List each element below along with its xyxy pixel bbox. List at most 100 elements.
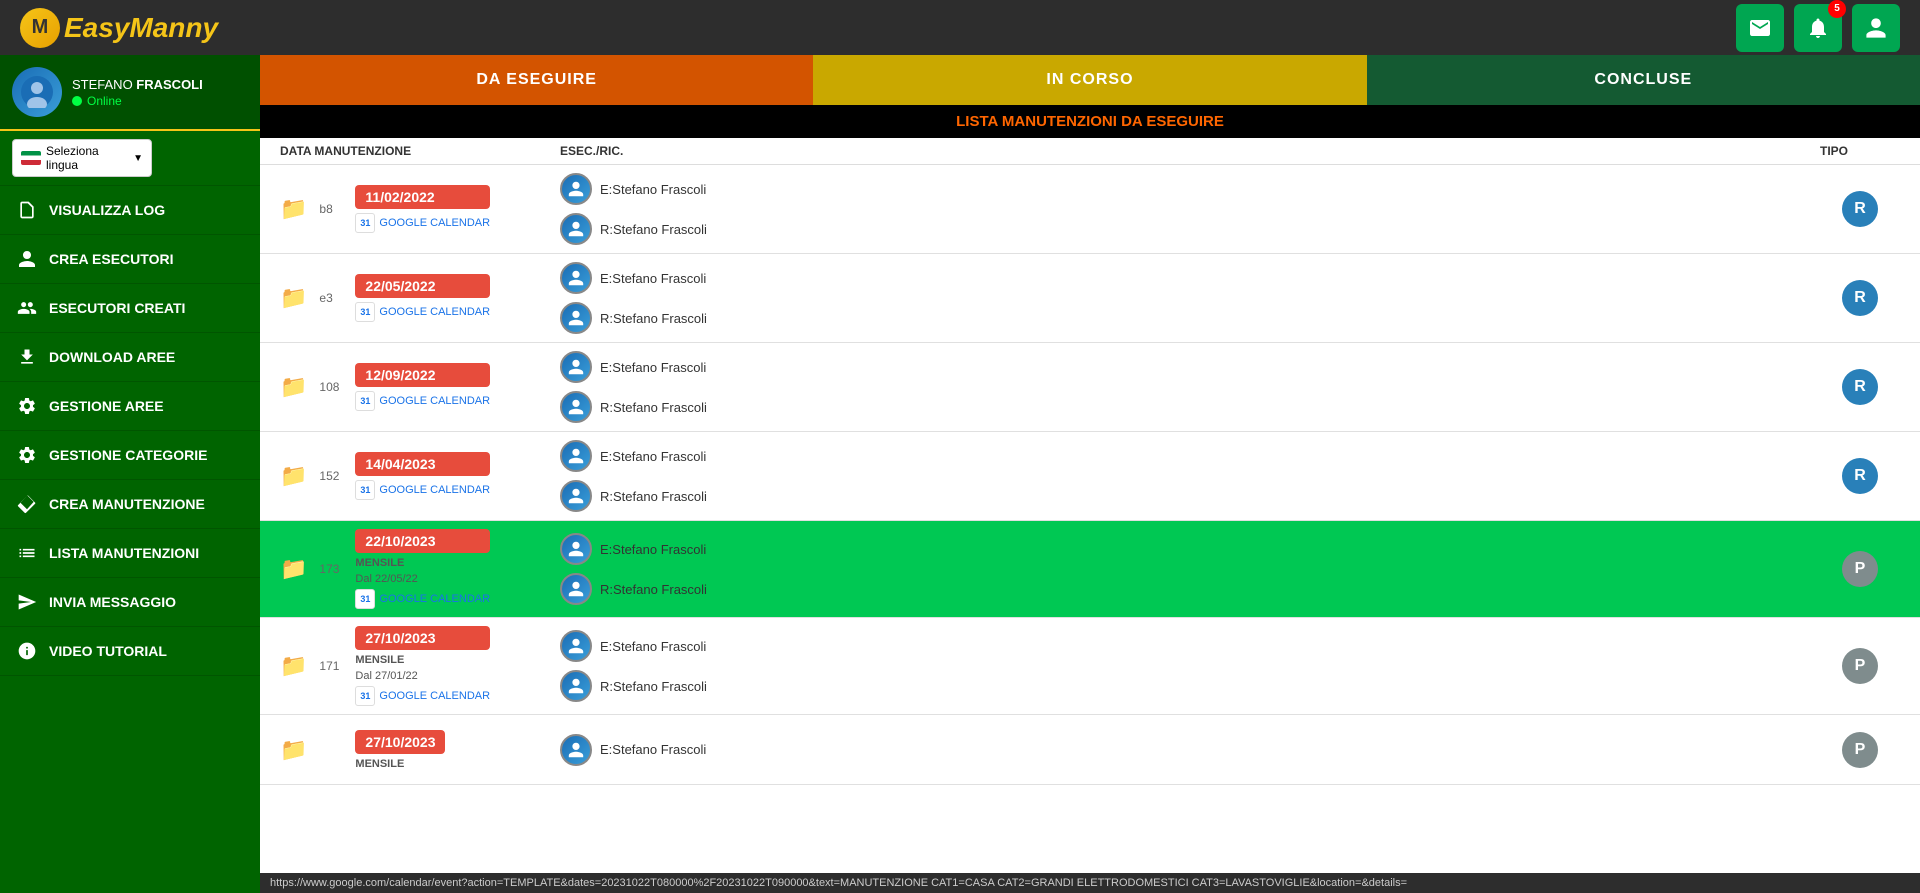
tab-in-corso[interactable]: IN CORSO — [813, 55, 1366, 105]
exec-e-entry: E:Stefano Frascoli — [560, 440, 1820, 472]
tab-concluse-label: CONCLUSE — [1594, 71, 1692, 89]
sidebar-item-esecutori-creati[interactable]: ESECUTORI CREATI — [0, 284, 260, 333]
date-col: 📁 152 14/04/2023 31 GOOGLE CALENDAR — [280, 452, 560, 500]
user-name: STEFANO FRASCOLI — [72, 77, 248, 92]
exec-r-name: R:Stefano Frascoli — [600, 679, 707, 694]
logo-easy-text: Easy — [64, 12, 129, 43]
online-status: Online — [72, 94, 248, 108]
language-dropdown[interactable]: Seleziona lingua ▼ — [12, 139, 152, 177]
sidebar-item-video-tutorial[interactable]: VIDEO TUTORIAL — [0, 627, 260, 676]
exec-r-entry: R:Stefano Frascoli — [560, 480, 1820, 512]
sidebar-item-lista-manutenzioni[interactable]: LISTA MANUTENZIONI — [0, 529, 260, 578]
date-info: 22/05/2022 31 GOOGLE CALENDAR — [355, 274, 490, 322]
invia-messaggio-icon — [15, 590, 39, 614]
video-tutorial-icon — [15, 639, 39, 663]
exec-col: E:Stefano Frascoli R:Stefano Frascoli — [560, 173, 1820, 245]
exec-e-avatar — [560, 440, 592, 472]
exec-r-name: R:Stefano Frascoli — [600, 582, 707, 597]
user-panel: STEFANO FRASCOLI Online — [0, 55, 260, 131]
exec-e-entry: E:Stefano Frascoli — [560, 262, 1820, 294]
gcal-link[interactable]: 31 GOOGLE CALENDAR — [355, 302, 490, 322]
mensile-label: MENSILE — [355, 557, 490, 569]
online-label: Online — [87, 94, 122, 108]
exec-r-entry: R:Stefano Frascoli — [560, 670, 1820, 702]
exec-e-name: E:Stefano Frascoli — [600, 182, 706, 197]
gcal-link[interactable]: 31 GOOGLE CALENDAR — [355, 686, 490, 706]
exec-r-entry: R:Stefano Frascoli — [560, 213, 1820, 245]
date-info: 22/10/2023 MENSILE Dal 22/05/22 31 GOOGL… — [355, 529, 490, 609]
gcal-link[interactable]: 31 GOOGLE CALENDAR — [355, 480, 490, 500]
tipo-col: P — [1820, 551, 1900, 587]
table-row[interactable]: 📁 27/10/2023 MENSILE E:Stefano Frascoli — [260, 715, 1920, 785]
tabs-bar: DA ESEGUIRE IN CORSO CONCLUSE — [260, 55, 1920, 105]
sidebar-label-esecutori-creati: ESECUTORI CREATI — [49, 300, 185, 316]
gcal-label: GOOGLE CALENDAR — [379, 306, 490, 318]
avatar — [12, 67, 62, 117]
table-row[interactable]: 📁 b8 11/02/2022 31 GOOGLE CALENDAR — [260, 165, 1920, 254]
col-tipo: TIPO — [1820, 144, 1900, 158]
gcal-link[interactable]: 31 GOOGLE CALENDAR — [355, 589, 490, 609]
sidebar-item-visualizza-log[interactable]: VISUALIZZA LOG — [0, 186, 260, 235]
tab-da-eseguire[interactable]: DA ESEGUIRE — [260, 55, 813, 105]
gcal-label: GOOGLE CALENDAR — [379, 395, 490, 407]
exec-col: E:Stefano Frascoli — [560, 734, 1820, 766]
folder-icon: 📁 — [280, 196, 307, 222]
exec-col: E:Stefano Frascoli R:Stefano Frascoli — [560, 440, 1820, 512]
table-row[interactable]: 📁 e3 22/05/2022 31 GOOGLE CALENDAR — [260, 254, 1920, 343]
statusbar: https://www.google.com/calendar/event?ac… — [260, 873, 1920, 893]
exec-e-entry: E:Stefano Frascoli — [560, 351, 1820, 383]
dal-label: Dal 27/01/22 — [355, 670, 490, 682]
date-info: 12/09/2022 31 GOOGLE CALENDAR — [355, 363, 490, 411]
tipo-col: R — [1820, 458, 1900, 494]
mail-button[interactable] — [1736, 4, 1784, 52]
date-info: 14/04/2023 31 GOOGLE CALENDAR — [355, 452, 490, 500]
dal-label: Dal 22/05/22 — [355, 573, 490, 585]
exec-r-name: R:Stefano Frascoli — [600, 489, 707, 504]
sidebar-item-crea-manutenzione[interactable]: CREA MANUTENZIONE — [0, 480, 260, 529]
exec-r-avatar — [560, 213, 592, 245]
gcal-icon: 31 — [355, 391, 375, 411]
exec-e-avatar — [560, 351, 592, 383]
gcal-icon: 31 — [355, 302, 375, 322]
avatar-icon — [21, 76, 53, 108]
exec-e-name: E:Stefano Frascoli — [600, 639, 706, 654]
table-row[interactable]: 📁 152 14/04/2023 31 GOOGLE CALENDAR — [260, 432, 1920, 521]
table-row[interactable]: 📁 173 22/10/2023 MENSILE Dal 22/05/22 31… — [260, 521, 1920, 618]
tab-in-corso-label: IN CORSO — [1046, 71, 1133, 89]
exec-r-avatar — [560, 480, 592, 512]
folder-icon: 📁 — [280, 653, 307, 679]
sidebar-label-visualizza-log: VISUALIZZA LOG — [49, 202, 165, 218]
tab-concluse[interactable]: CONCLUSE — [1367, 55, 1920, 105]
mensile-label: MENSILE — [355, 654, 490, 666]
date-col: 📁 27/10/2023 MENSILE — [280, 730, 560, 770]
exec-r-avatar — [560, 391, 592, 423]
sidebar-item-invia-messaggio[interactable]: INVIA MESSAGGIO — [0, 578, 260, 627]
tipo-col: P — [1820, 648, 1900, 684]
row-num: e3 — [319, 291, 347, 305]
user-button[interactable] — [1852, 4, 1900, 52]
bell-button[interactable]: 5 — [1794, 4, 1842, 52]
sidebar-item-crea-esecutori[interactable]: CREA ESECUTORI — [0, 235, 260, 284]
table-row[interactable]: 📁 108 12/09/2022 31 GOOGLE CALENDAR — [260, 343, 1920, 432]
lista-manutenzioni-icon — [15, 541, 39, 565]
main-content: DA ESEGUIRE IN CORSO CONCLUSE LISTA MANU… — [260, 55, 1920, 893]
sidebar-item-gestione-aree[interactable]: GESTIONE AREE — [0, 382, 260, 431]
exec-e-name: E:Stefano Frascoli — [600, 360, 706, 375]
date-col: 📁 171 27/10/2023 MENSILE Dal 27/01/22 31… — [280, 626, 560, 706]
sidebar-item-gestione-categorie[interactable]: GESTIONE CATEGORIE — [0, 431, 260, 480]
exec-col: E:Stefano Frascoli R:Stefano Frascoli — [560, 351, 1820, 423]
gcal-label: GOOGLE CALENDAR — [379, 690, 490, 702]
folder-icon: 📁 — [280, 374, 307, 400]
folder-icon: 📁 — [280, 556, 307, 582]
gcal-icon: 31 — [355, 686, 375, 706]
main-layout: STEFANO FRASCOLI Online Seleziona lingua… — [0, 55, 1920, 893]
bell-badge: 5 — [1828, 0, 1846, 18]
table-row[interactable]: 📁 171 27/10/2023 MENSILE Dal 27/01/22 31… — [260, 618, 1920, 715]
gcal-link[interactable]: 31 GOOGLE CALENDAR — [355, 391, 490, 411]
exec-e-entry: E:Stefano Frascoli — [560, 630, 1820, 662]
folder-icon: 📁 — [280, 285, 307, 311]
logo-icon: M — [20, 8, 60, 48]
gcal-link[interactable]: 31 GOOGLE CALENDAR — [355, 213, 490, 233]
exec-r-name: R:Stefano Frascoli — [600, 311, 707, 326]
sidebar-item-download-aree[interactable]: DOWNLOAD AREE — [0, 333, 260, 382]
